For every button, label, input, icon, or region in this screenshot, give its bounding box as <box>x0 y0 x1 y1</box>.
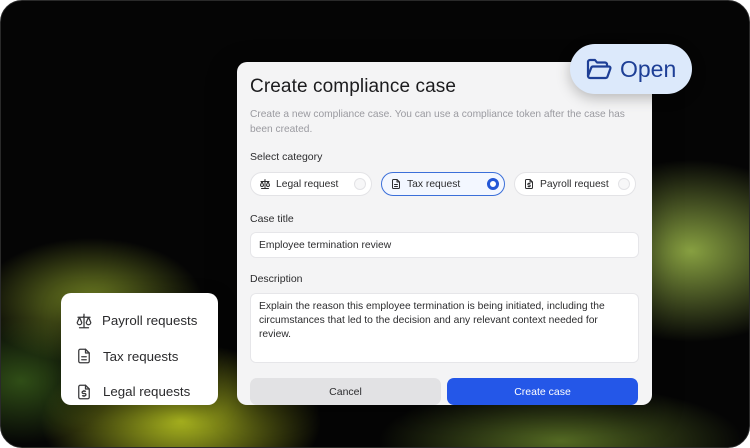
case-title-label: Case title <box>250 213 294 225</box>
category-option-tax[interactable]: Tax request <box>381 172 505 196</box>
create-case-modal: Create compliance case Create a new comp… <box>237 62 652 405</box>
dollar-document-icon <box>75 383 93 401</box>
modal-actions: Cancel Create case <box>250 378 639 405</box>
list-item-legal-requests[interactable]: Legal requests <box>75 374 218 410</box>
description-label: Description <box>250 273 303 285</box>
open-button[interactable]: Open <box>570 44 692 94</box>
category-option-label: Payroll request <box>540 178 609 190</box>
scale-icon <box>259 178 271 190</box>
radio-selected[interactable] <box>487 178 499 190</box>
radio-unselected[interactable] <box>618 178 630 190</box>
list-item-label: Legal requests <box>103 384 191 400</box>
category-option-label: Tax request <box>407 178 461 190</box>
document-icon <box>390 178 402 190</box>
list-item-label: Payroll requests <box>102 313 198 329</box>
dollar-document-icon <box>523 178 535 190</box>
modal-description: Create a new compliance case. You can us… <box>250 109 625 135</box>
category-option-payroll[interactable]: Payroll request <box>514 172 636 196</box>
category-label: Select category <box>250 151 323 163</box>
case-title-input[interactable]: Employee termination review <box>250 232 639 258</box>
document-icon <box>75 347 93 365</box>
requests-card: Payroll requests Tax requests Legal requ… <box>61 293 218 405</box>
category-option-legal[interactable]: Legal request <box>250 172 372 196</box>
description-textarea[interactable]: Explain the reason this employee termina… <box>250 293 639 363</box>
create-case-button[interactable]: Create case <box>447 378 638 405</box>
open-label: Open <box>620 55 677 82</box>
cancel-button[interactable]: Cancel <box>250 378 441 405</box>
list-item-tax-requests[interactable]: Tax requests <box>75 339 218 375</box>
radio-unselected[interactable] <box>354 178 366 190</box>
category-options: Legal request Tax request Payroll reques… <box>250 172 639 196</box>
category-option-label: Legal request <box>276 178 339 190</box>
list-item-label: Tax requests <box>103 348 179 364</box>
scale-icon <box>75 312 93 330</box>
background-frame: Create compliance case Create a new comp… <box>0 0 750 448</box>
list-item-payroll-requests[interactable]: Payroll requests <box>75 303 218 339</box>
folder-open-icon <box>586 58 612 80</box>
